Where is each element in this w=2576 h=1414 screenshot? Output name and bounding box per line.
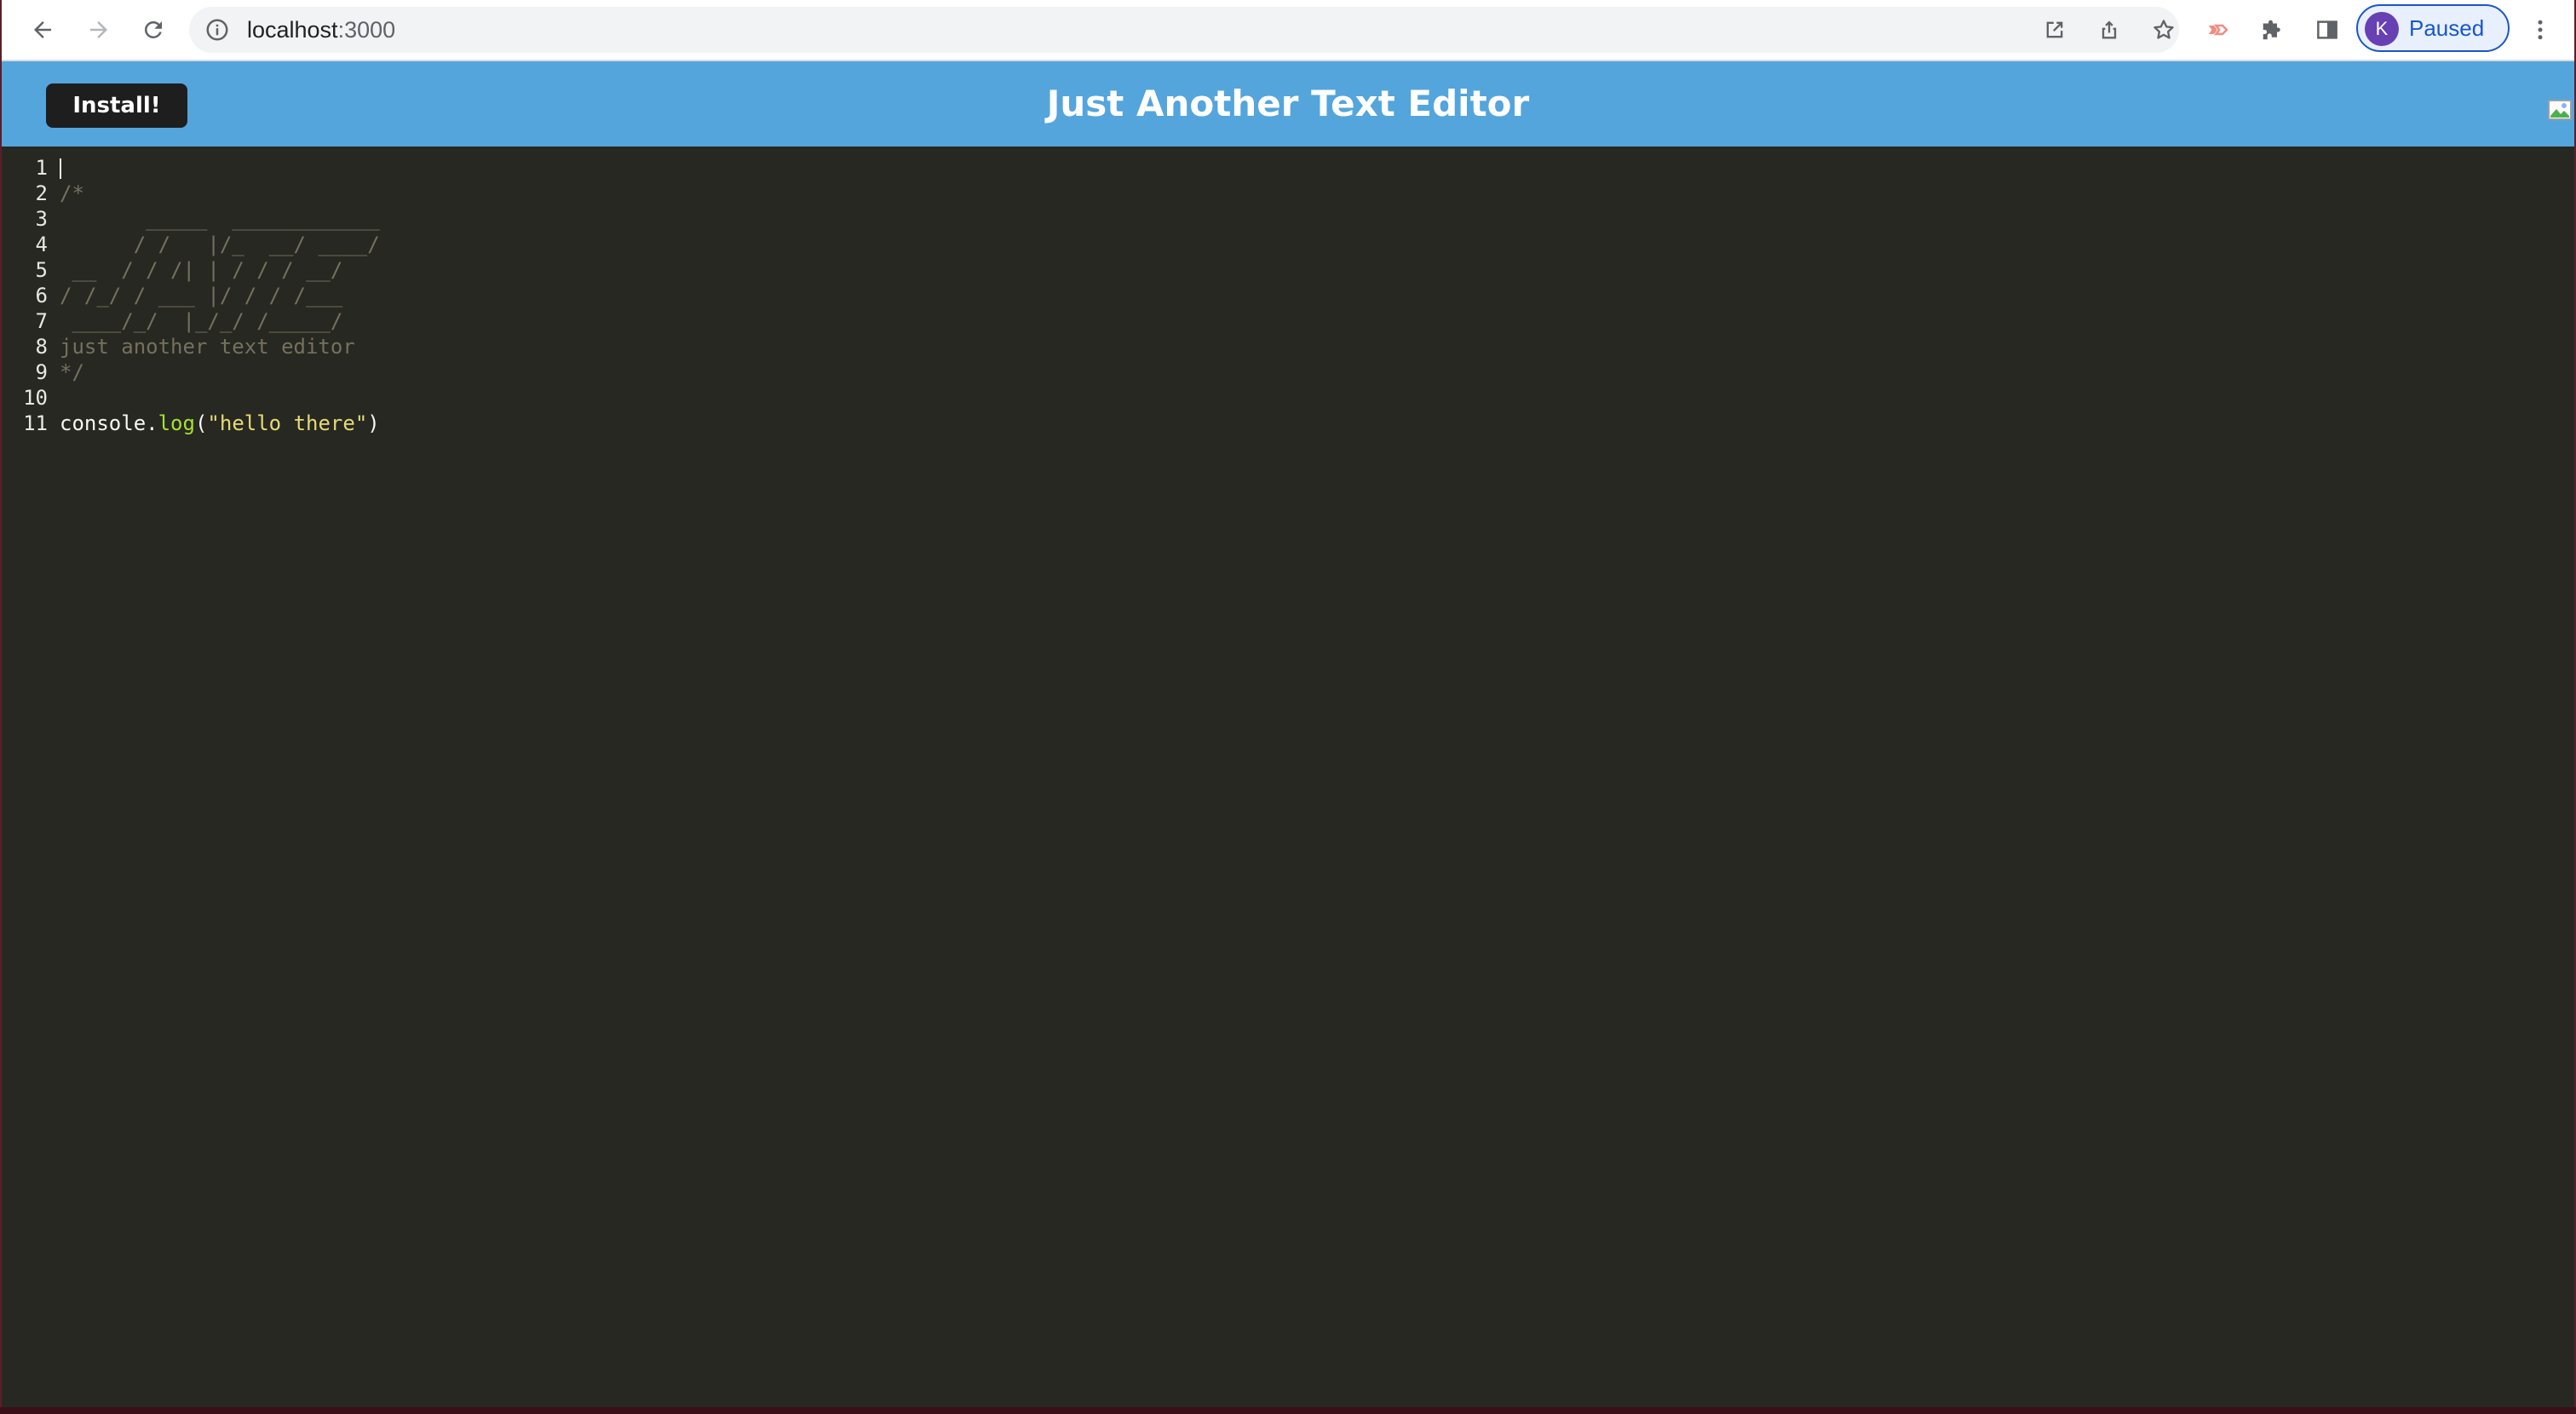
code-editor[interactable]: 1 2 3 4 5 6 7 8 9 10 11 /* _____ ____________ / / …	[2, 147, 2574, 1407]
line-number: 11	[23, 411, 48, 435]
address-bar[interactable]: localhost:3000	[189, 7, 2179, 53]
line-number: 8	[35, 335, 48, 359]
line-number: 3	[35, 207, 48, 231]
code-token-str: "hello there"	[207, 411, 368, 435]
code-token-comment: /*	[60, 181, 84, 205]
profile-button[interactable]: K Paused	[2356, 4, 2510, 52]
back-button[interactable]	[22, 9, 63, 50]
code-line[interactable]: console.log("hello there")	[60, 411, 2530, 436]
page-title: Just Another Text Editor	[1046, 83, 1530, 124]
code-line[interactable]: ____/_/ |_/_/ /_____/	[60, 308, 2530, 334]
code-line[interactable]: __ / / /| | / / / __/	[60, 257, 2530, 283]
code-token-comment: / / |/_ __/ ____/	[60, 233, 380, 256]
reload-icon	[145, 21, 162, 38]
code-token-plain: (	[194, 411, 208, 435]
browser-window: localhost:3000 K Paused Just Another Tex…	[2, 0, 2574, 1407]
avatar: K	[2365, 12, 2399, 46]
code-token-comment: _____ ____________	[60, 207, 380, 231]
code-line[interactable]: / /_/ / ___ |/ / / /___	[60, 283, 2530, 308]
app-header: Just Another Text Editor Install!	[2, 61, 2574, 147]
arrow-left-icon	[34, 21, 51, 38]
forward-button[interactable]	[78, 9, 119, 50]
url-port: :3000	[337, 17, 396, 43]
line-number: 2	[35, 181, 48, 205]
code-token-comment: / /_/ / ___ |/ / / /___	[60, 284, 343, 308]
code-line[interactable]: just another text editor	[60, 334, 2530, 359]
code-line[interactable]: /*	[60, 181, 2530, 206]
line-number-gutter: 1 2 3 4 5 6 7 8 9 10 11	[2, 155, 51, 436]
broken-image-icon	[2548, 100, 2572, 120]
text-cursor	[60, 158, 61, 179]
code-token-comment: just another text editor	[60, 335, 355, 359]
kebab-menu-icon[interactable]	[2520, 9, 2561, 50]
profile-status: Paused	[2409, 15, 2485, 41]
puzzle-icon[interactable]	[2252, 9, 2293, 50]
code-token-comment: ____/_/ |_/_/ /_____/	[60, 309, 343, 333]
line-number: 4	[35, 233, 48, 256]
side-panel-icon[interactable]	[2307, 9, 2348, 50]
arrow-right-icon	[90, 21, 107, 38]
line-number: 5	[35, 258, 48, 282]
page-content: Just Another Text Editor Install! 123456…	[2, 61, 2574, 1407]
line-number: 6	[35, 284, 48, 308]
code-line[interactable]: / / |/_ __/ ____/	[60, 232, 2530, 257]
code-token-plain: .	[146, 411, 158, 435]
code-line[interactable]	[60, 155, 2530, 181]
code-token-comment: */	[60, 360, 84, 384]
open-in-app-icon[interactable]	[2039, 14, 2070, 45]
star-icon[interactable]	[2148, 14, 2179, 45]
browser-toolbar: localhost:3000 K Paused	[2, 0, 2574, 60]
share-icon[interactable]	[2094, 14, 2125, 45]
url-text[interactable]: localhost:3000	[247, 7, 395, 53]
code-token-plain: )	[367, 411, 380, 435]
url-host: localhost	[247, 17, 338, 43]
code-area[interactable]: /* _____ ____________ / / |/_ __/ ____/ …	[60, 155, 2530, 436]
code-line[interactable]	[60, 385, 2530, 411]
reload-button[interactable]	[133, 9, 174, 50]
line-number: 9	[35, 360, 48, 384]
extension-icon[interactable]	[2198, 9, 2239, 50]
code-token-comment: __ / / /| | / / / __/	[60, 258, 343, 282]
info-icon[interactable]	[204, 17, 230, 43]
code-token-fn: log	[158, 411, 195, 435]
desktop-background	[0, 1407, 2576, 1414]
code-line[interactable]: _____ ____________	[60, 206, 2530, 232]
install-button[interactable]: Install!	[46, 83, 187, 128]
line-number: 1	[35, 156, 48, 180]
code-line[interactable]: */	[60, 359, 2530, 385]
line-number: 10	[23, 386, 48, 410]
code-token-plain: console	[60, 411, 147, 435]
line-number: 7	[35, 309, 48, 333]
